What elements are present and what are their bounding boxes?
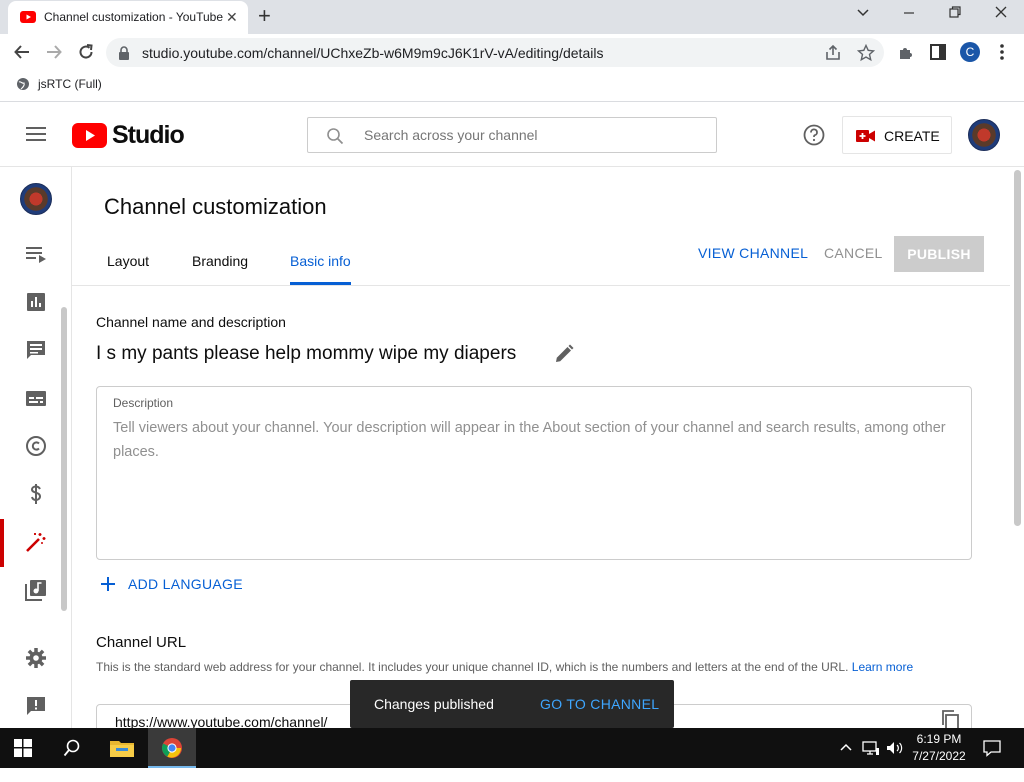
restore-window-icon[interactable] bbox=[948, 5, 962, 19]
add-language-button[interactable]: ADD LANGUAGE bbox=[100, 576, 243, 592]
bookmark-label: jsRTC (Full) bbox=[38, 77, 102, 91]
youtube-favicon-icon bbox=[20, 11, 36, 23]
cancel-button[interactable]: CANCEL bbox=[824, 245, 883, 261]
back-icon[interactable] bbox=[13, 43, 31, 61]
description-textarea[interactable]: Description Tell viewers about your chan… bbox=[96, 386, 972, 560]
toast-message: Changes published bbox=[374, 696, 494, 712]
snackbar-toast: Changes published GO TO CHANNEL bbox=[350, 680, 674, 728]
clock-time: 6:19 PM bbox=[916, 732, 962, 746]
nav-send-feedback[interactable] bbox=[0, 683, 72, 727]
side-panel-icon[interactable] bbox=[929, 43, 947, 61]
channel-url-title: Channel URL bbox=[96, 634, 187, 651]
profile-avatar[interactable]: C bbox=[960, 42, 980, 62]
bookmark-star-icon[interactable] bbox=[857, 44, 875, 62]
minimize-window-icon[interactable] bbox=[902, 5, 916, 19]
page-title: Channel customization bbox=[104, 194, 327, 219]
studio-logo[interactable]: Studio bbox=[72, 121, 185, 150]
channel-url-help-text: This is the standard web address for you… bbox=[96, 660, 849, 674]
chrome-icon bbox=[161, 737, 183, 759]
globe-icon bbox=[16, 77, 30, 91]
menu-icon[interactable] bbox=[26, 126, 46, 142]
channel-avatar[interactable] bbox=[20, 183, 52, 215]
bookmarks-bar: jsRTC (Full) bbox=[0, 71, 1024, 102]
network-icon[interactable] bbox=[862, 740, 880, 780]
nav-settings[interactable] bbox=[0, 635, 72, 679]
plus-icon bbox=[100, 576, 116, 592]
nav-scrollbar[interactable] bbox=[61, 307, 67, 611]
bookmark-jsrtc[interactable]: jsRTC (Full) bbox=[16, 77, 102, 91]
taskbar-search-icon[interactable] bbox=[63, 739, 81, 779]
clock-date: 7/27/2022 bbox=[912, 749, 966, 763]
close-tab-icon[interactable]: ✕ bbox=[226, 9, 238, 26]
youtube-logo-icon bbox=[72, 123, 107, 148]
tab-search-icon[interactable] bbox=[856, 5, 870, 19]
tab-branding[interactable]: Branding bbox=[192, 253, 248, 269]
section-title: Channel name and description bbox=[96, 314, 286, 330]
studio-header: Studio CREATE bbox=[0, 102, 1024, 167]
create-label: CREATE bbox=[884, 128, 940, 144]
description-label: Description bbox=[113, 396, 174, 410]
tray-chevron-up-icon[interactable] bbox=[840, 742, 852, 782]
view-channel-button[interactable]: VIEW CHANNEL bbox=[698, 245, 808, 261]
browser-toolbar: studio.youtube.com/channel/UChxeZb-w6M9m… bbox=[0, 34, 1024, 71]
file-explorer-icon[interactable] bbox=[110, 738, 134, 778]
tab-layout[interactable]: Layout bbox=[107, 253, 149, 269]
publish-button[interactable]: PUBLISH bbox=[894, 236, 984, 272]
chrome-taskbar-button[interactable] bbox=[148, 728, 196, 768]
forward-icon[interactable] bbox=[45, 43, 63, 61]
learn-more-link[interactable]: Learn more bbox=[852, 660, 913, 674]
channel-url-description: This is the standard web address for you… bbox=[96, 657, 946, 677]
channel-name: I s my pants please help mommy wipe my d… bbox=[96, 343, 517, 364]
browser-tab-strip: Channel customization - YouTube Studio ✕… bbox=[0, 0, 1024, 34]
logo-text: Studio bbox=[112, 121, 185, 149]
url-text[interactable]: studio.youtube.com/channel/UChxeZb-w6M9m… bbox=[142, 45, 603, 61]
new-tab-icon[interactable]: + bbox=[258, 4, 271, 28]
create-button[interactable]: CREATE bbox=[842, 116, 952, 154]
add-language-label: ADD LANGUAGE bbox=[128, 576, 243, 592]
search-box[interactable] bbox=[307, 117, 717, 153]
windows-start-icon[interactable] bbox=[14, 739, 32, 779]
browser-tab-title: Channel customization - YouTube Studio bbox=[44, 10, 224, 24]
notifications-icon[interactable] bbox=[983, 739, 1001, 779]
search-input[interactable] bbox=[364, 127, 704, 143]
nav-content[interactable] bbox=[0, 231, 72, 275]
address-bar[interactable]: studio.youtube.com/channel/UChxeZb-w6M9m… bbox=[106, 38, 884, 67]
tabs-divider bbox=[72, 285, 1010, 286]
chrome-menu-icon[interactable] bbox=[999, 43, 1005, 61]
description-placeholder[interactable]: Tell viewers about your channel. Your de… bbox=[113, 416, 953, 464]
copy-icon[interactable] bbox=[940, 710, 960, 730]
account-avatar[interactable] bbox=[968, 119, 1000, 151]
system-clock[interactable]: 6:19 PM 7/27/2022 bbox=[908, 731, 970, 765]
main-scrollbar[interactable] bbox=[1014, 170, 1021, 526]
close-window-icon[interactable] bbox=[994, 5, 1008, 19]
lock-icon[interactable] bbox=[118, 46, 130, 60]
browser-tab[interactable]: Channel customization - YouTube Studio ✕ bbox=[8, 1, 248, 34]
search-icon bbox=[326, 127, 344, 145]
left-nav bbox=[0, 167, 72, 728]
windows-taskbar: 6:19 PM 7/27/2022 bbox=[0, 728, 1024, 768]
create-video-icon bbox=[856, 129, 876, 143]
go-to-channel-button[interactable]: GO TO CHANNEL bbox=[540, 696, 659, 712]
tab-basic-info[interactable]: Basic info bbox=[290, 253, 351, 269]
reload-icon[interactable] bbox=[77, 43, 95, 61]
extensions-icon[interactable] bbox=[897, 43, 915, 61]
share-icon[interactable] bbox=[824, 44, 842, 62]
help-icon[interactable] bbox=[803, 124, 825, 146]
edit-pencil-icon[interactable] bbox=[554, 344, 574, 364]
volume-icon[interactable] bbox=[886, 740, 904, 780]
